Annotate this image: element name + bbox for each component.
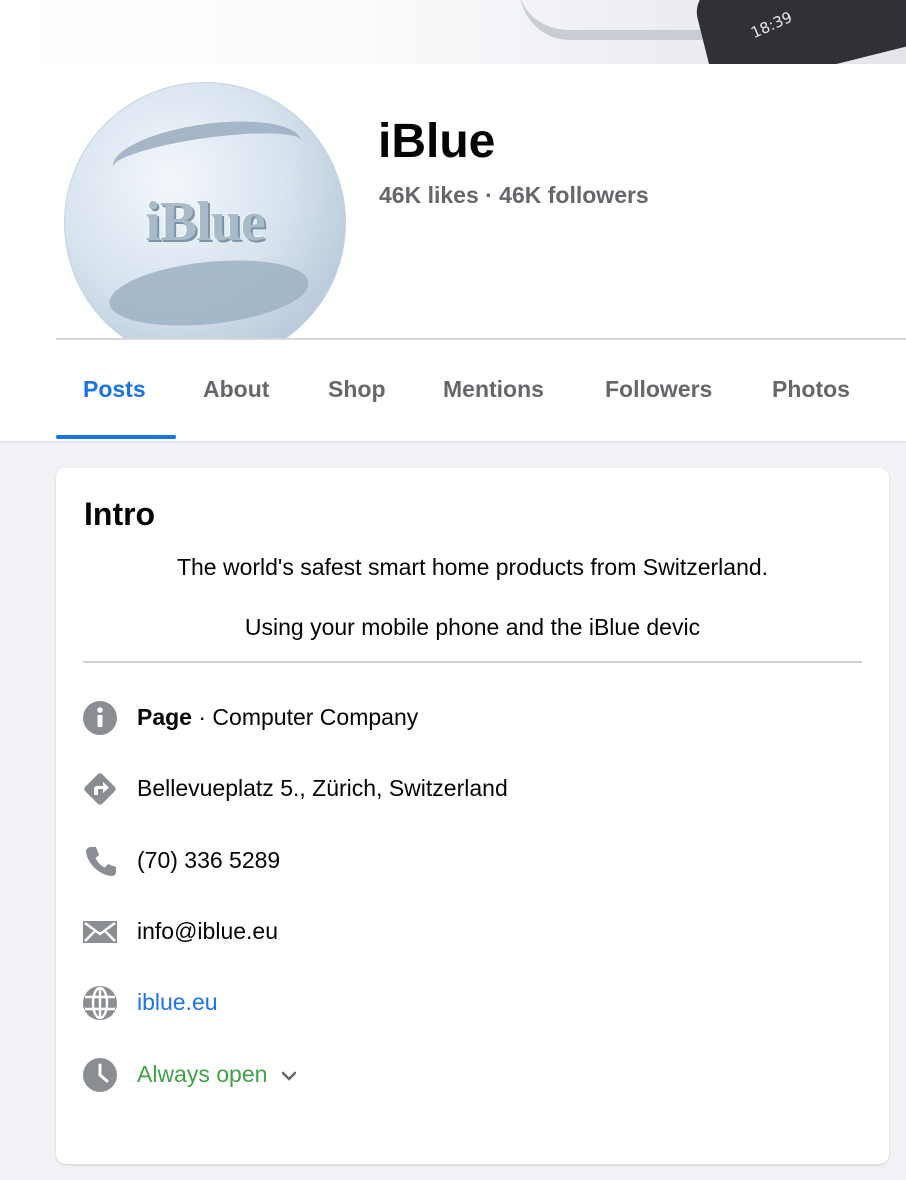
tab-photos[interactable]: Photos xyxy=(772,376,850,403)
info-row-phone[interactable]: (70) 336 5289 xyxy=(82,841,862,881)
info-row-email[interactable]: info@iblue.eu xyxy=(82,912,862,952)
website-link[interactable]: iblue.eu xyxy=(137,989,218,1016)
avatar-swoosh-top xyxy=(108,111,306,197)
info-row-address[interactable]: Bellevueplatz 5., Zürich, Switzerland xyxy=(82,769,862,809)
chevron-down-icon[interactable] xyxy=(281,1065,297,1086)
tab-about[interactable]: About xyxy=(203,376,269,403)
intro-bio-line-2: Using your mobile phone and the iBlue de… xyxy=(244,614,701,640)
info-row-website[interactable]: iblue.eu xyxy=(82,983,862,1023)
mail-icon xyxy=(83,921,117,943)
clock-icon xyxy=(83,1058,117,1092)
tab-shop[interactable]: Shop xyxy=(328,376,386,403)
info-address: Bellevueplatz 5., Zürich, Switzerland xyxy=(137,775,508,801)
avatar-logo-text: iBlue xyxy=(145,191,265,253)
cover-photo[interactable]: 18:39 xyxy=(0,0,906,64)
intro-card: Intro The world's safest smart home prod… xyxy=(56,468,889,1164)
profile-avatar[interactable]: iBlue xyxy=(60,78,350,368)
info-category-label: Page xyxy=(137,704,192,730)
intro-divider xyxy=(83,661,862,663)
hours-status: Always open xyxy=(137,1061,268,1087)
tab-bar: Posts About Shop Mentions Followers Phot… xyxy=(0,338,906,441)
tab-mentions[interactable]: Mentions xyxy=(443,376,544,403)
info-category-value: · Computer Company xyxy=(191,704,419,730)
page-title: iBlue xyxy=(378,115,496,168)
tab-posts[interactable]: Posts xyxy=(83,376,146,403)
directions-icon xyxy=(84,773,116,805)
info-row-category: Page · Computer Company xyxy=(82,698,862,738)
page-stats[interactable]: 46K likes · 46K followers xyxy=(379,182,649,209)
tab-followers[interactable]: Followers xyxy=(605,376,712,403)
intro-title: Intro xyxy=(84,496,156,532)
tabs-divider xyxy=(56,338,906,340)
page-header: iBlue iBlue 46K likes · 46K followers xyxy=(0,64,906,368)
cover-device xyxy=(691,0,906,64)
intro-bio-line-1: The world's safest smart home products f… xyxy=(176,554,769,580)
globe-icon xyxy=(83,986,117,1020)
active-tab-indicator xyxy=(56,435,176,439)
avatar-swoosh-bottom xyxy=(106,251,312,335)
info-email: info@iblue.eu xyxy=(137,918,278,944)
phone-icon xyxy=(86,847,116,876)
info-icon xyxy=(83,701,117,735)
info-hours[interactable]: Always open xyxy=(137,1061,297,1088)
info-category: Page · Computer Company xyxy=(137,704,418,731)
info-row-hours[interactable]: Always open xyxy=(82,1055,862,1095)
info-phone: (70) 336 5289 xyxy=(137,847,281,873)
